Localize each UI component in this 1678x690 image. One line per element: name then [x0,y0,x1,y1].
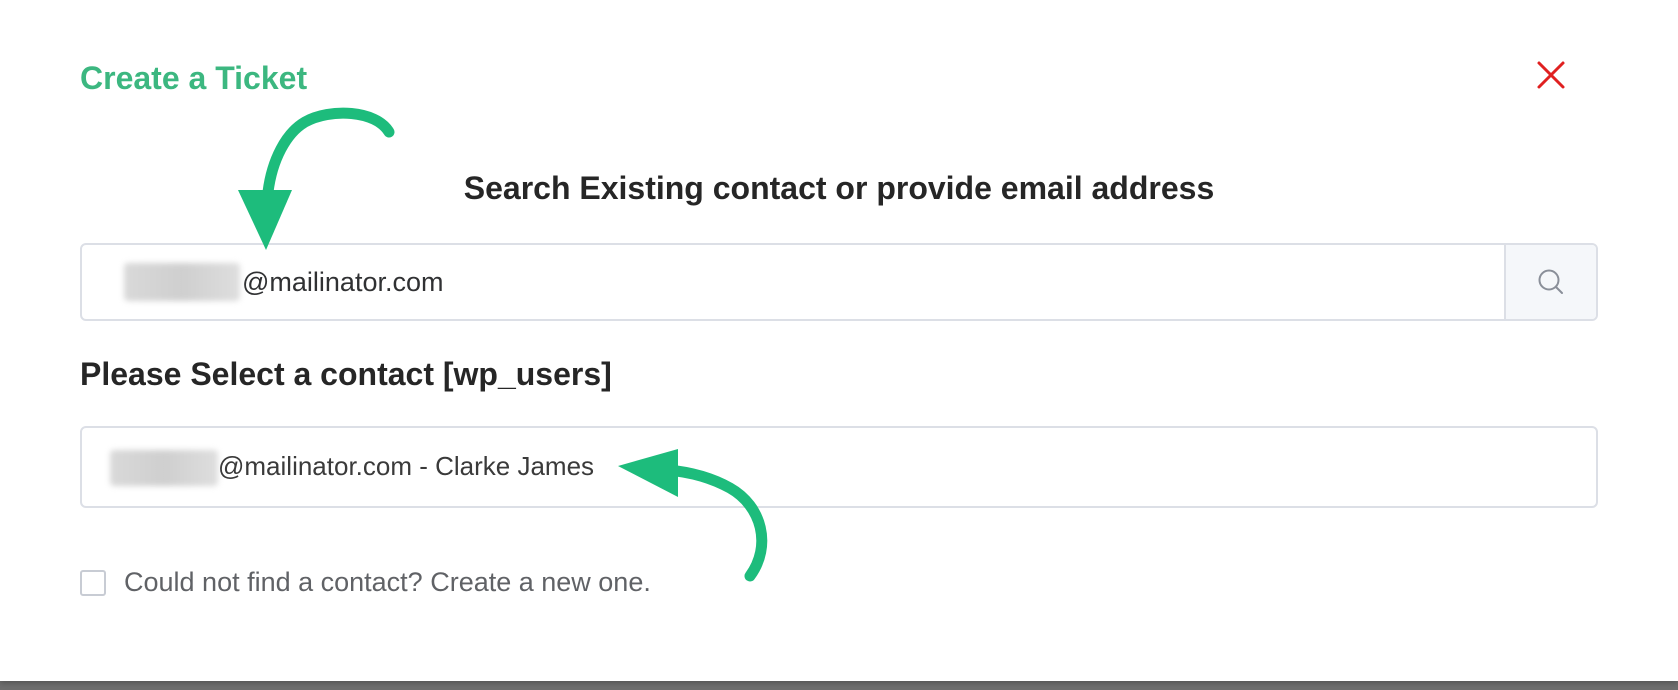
search-icon[interactable] [1536,267,1566,297]
contact-select[interactable]: @mailinator.com - Clarke James [80,426,1598,508]
search-heading: Search Existing contact or provide email… [463,170,1215,206]
close-button[interactable] [1530,56,1570,96]
contact-select-label: Please Select a contact [wp_users] [80,356,612,392]
redacted-email-prefix [124,263,240,301]
search-input-wrapper [82,245,1504,319]
create-ticket-dialog: Create a Ticket Search Existing contact … [0,0,1678,681]
create-new-contact-label[interactable]: Could not find a contact? Create a new o… [124,567,651,598]
contact-search-box [80,243,1598,321]
create-new-contact-option[interactable]: Could not find a contact? Create a new o… [80,567,651,598]
close-icon[interactable] [1530,56,1570,96]
search-button[interactable] [1504,245,1596,319]
dialog-title: Create a Ticket [80,60,308,96]
selected-contact-value: @mailinator.com - Clarke James [218,451,595,481]
search-input[interactable] [82,245,1504,319]
redacted-contact-email-prefix [110,450,218,486]
create-new-contact-checkbox[interactable] [80,569,106,596]
